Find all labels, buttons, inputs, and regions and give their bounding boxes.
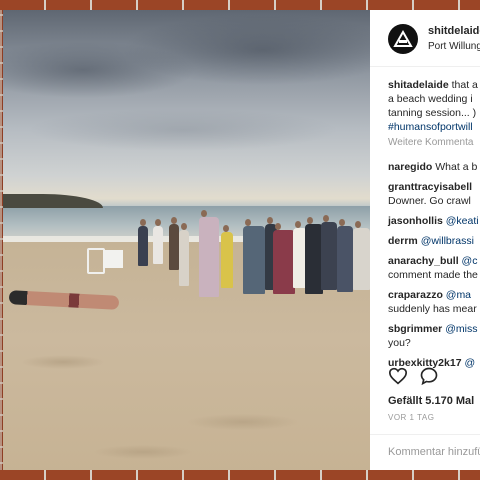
comment-text: Downer. Go crawl <box>388 195 471 207</box>
comment: naregido What a b <box>388 160 480 174</box>
comment-username[interactable]: anarachy_bull <box>388 255 459 267</box>
post-username[interactable]: shitdelaide <box>428 25 480 37</box>
comment-text: comment made the <box>388 269 478 281</box>
comment-username[interactable]: craparazzo <box>388 289 443 301</box>
comments-list: naregido What a b granttracyisabell Down… <box>388 160 480 376</box>
comment: anarachy_bull @c comment made the <box>388 254 480 282</box>
comment: craparazzo @ma suddenly has mear <box>388 288 480 316</box>
comment-mention[interactable]: @willbrassi <box>421 235 474 247</box>
guest <box>353 221 370 290</box>
load-more-comments[interactable]: Weitere Kommenta <box>388 137 473 148</box>
comment: sbgrimmer @miss you? <box>388 322 480 350</box>
post-caption: shitadelaide that a a beach wedding i ta… <box>388 78 480 134</box>
comment: granttracyisabell Downer. Go crawl <box>388 180 480 208</box>
comment-bubble-icon[interactable] <box>419 366 439 386</box>
comment-username[interactable]: sbgrimmer <box>388 323 442 335</box>
brick-band-bottom <box>0 470 480 480</box>
caption-line-3: tanning session... ) <box>388 107 477 119</box>
comment-username[interactable]: granttracyisabell <box>388 181 472 193</box>
white-table <box>103 250 123 268</box>
guest <box>321 215 337 290</box>
comment-text: suddenly has mear <box>388 303 477 315</box>
comment-text: What a b <box>435 161 478 173</box>
caption-hashtag[interactable]: #humansofportwill <box>388 120 480 134</box>
guest <box>221 225 233 288</box>
comment: jasonhollis @keati <box>388 214 480 228</box>
comment-username[interactable]: jasonhollis <box>388 215 443 227</box>
sky-clouds <box>3 10 370 210</box>
avatar-logo-icon <box>393 30 413 47</box>
comment: derrm @willbrassi <box>388 234 480 248</box>
comment-text: you? <box>388 337 411 349</box>
guest <box>243 219 265 294</box>
heart-icon[interactable] <box>388 367 408 385</box>
post-header: shitdelaide Port Willunga <box>370 10 480 67</box>
guest <box>153 219 163 264</box>
instagram-post-panel: shitdelaide Port Willunga shitadelaide t… <box>370 10 480 470</box>
guest <box>179 223 189 286</box>
post-timestamp: VOR 1 TAG <box>388 413 435 422</box>
comment-mention[interactable]: @keati <box>446 215 479 227</box>
comment-mention[interactable]: @ma <box>446 289 471 301</box>
post-photo[interactable] <box>3 10 370 470</box>
comment-mention[interactable]: @c <box>462 255 478 267</box>
caption-line-2: a beach wedding i <box>388 93 473 105</box>
divider <box>370 434 480 435</box>
caption-username[interactable]: shitadelaide <box>388 79 449 91</box>
guest <box>169 217 179 270</box>
comment-username[interactable]: derrm <box>388 235 418 247</box>
guest <box>138 219 148 266</box>
brick-band-top <box>0 0 480 10</box>
likes-count[interactable]: Gefällt 5.170 Mal <box>388 395 474 407</box>
comment-mention[interactable]: @miss <box>445 323 477 335</box>
comment-username[interactable]: naregido <box>388 161 432 173</box>
guest <box>273 223 295 294</box>
post-location[interactable]: Port Willunga <box>428 41 480 52</box>
caption-line-1: that a <box>451 79 478 91</box>
add-comment-input[interactable]: Kommentar hinzufü <box>388 446 480 458</box>
post-actions <box>388 366 480 387</box>
guest <box>337 219 353 292</box>
guest <box>199 210 219 297</box>
avatar[interactable] <box>388 24 418 54</box>
